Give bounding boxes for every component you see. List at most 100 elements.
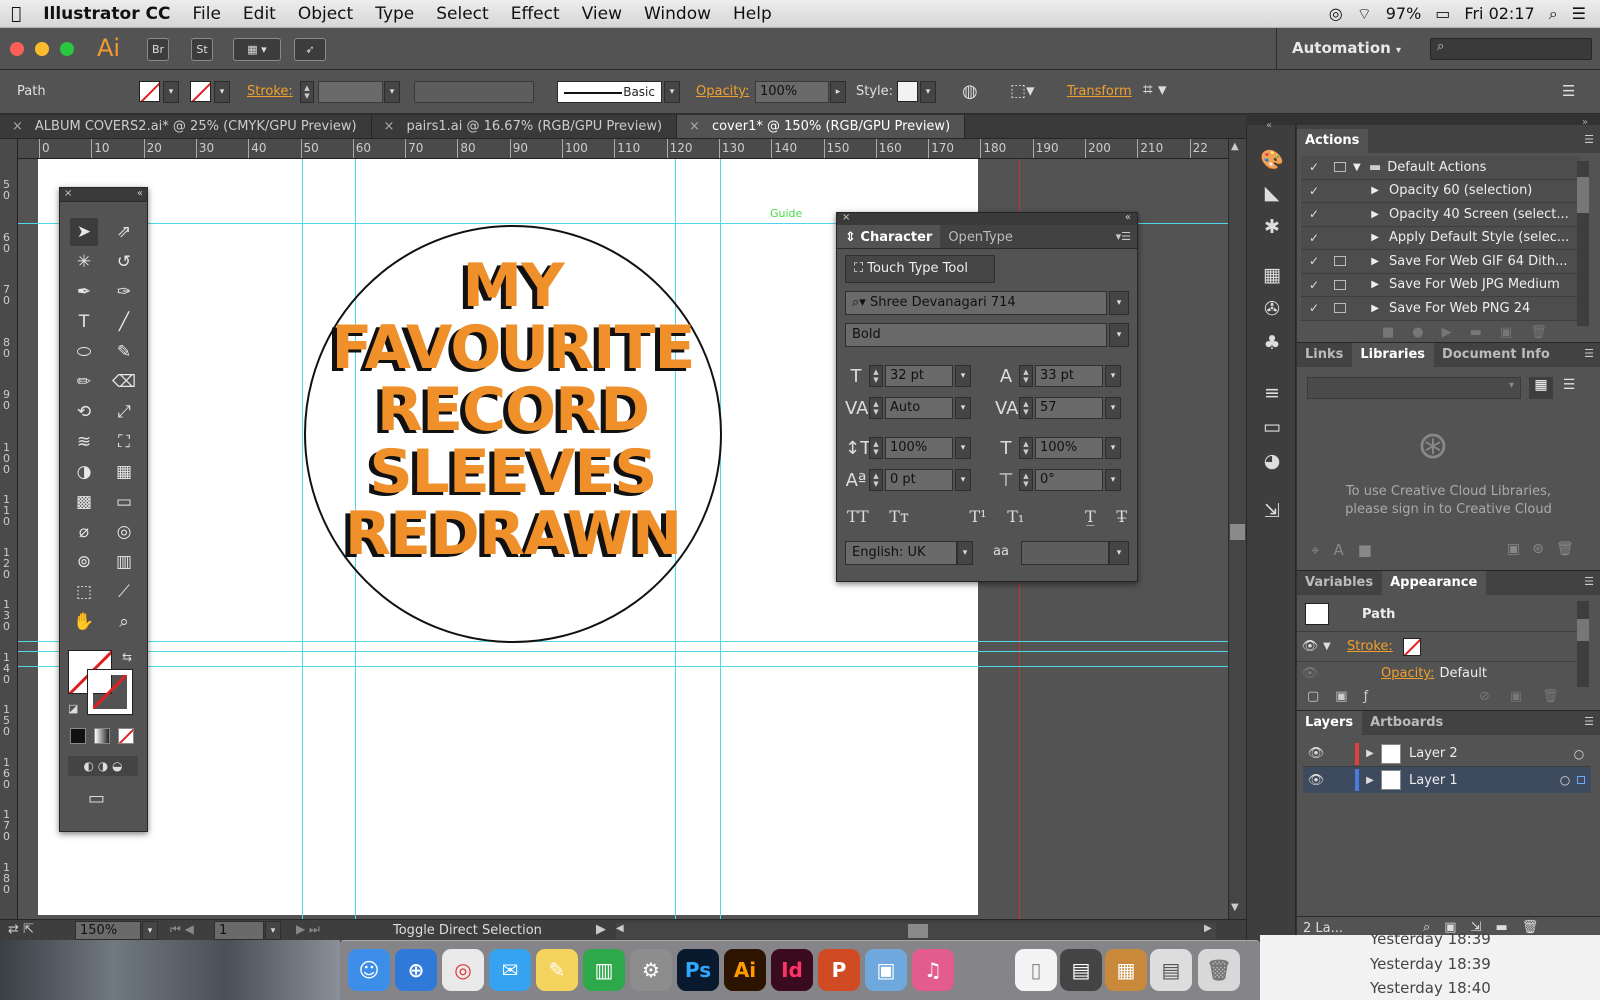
blend-tool-icon[interactable]: ◎ [110, 518, 138, 546]
screen-mode-icon[interactable]: ▭ [88, 788, 105, 809]
perspective-grid-tool-icon[interactable]: ▦ [110, 458, 138, 486]
tab-variables[interactable]: Variables [1297, 571, 1382, 595]
status-icons[interactable]: ⇄ ⇱ [8, 922, 34, 937]
color-mode-button[interactable] [70, 728, 86, 744]
guide-horizontal[interactable] [18, 666, 1228, 667]
dock-finder-icon[interactable]: ☺ [348, 949, 390, 991]
guide-horizontal[interactable] [18, 651, 1228, 652]
guide-vertical[interactable] [302, 159, 303, 919]
scale-tool-icon[interactable]: ⤢ [110, 398, 138, 426]
library-footer-icons[interactable]: ▣⊛🗑 [1507, 541, 1586, 557]
horizontal-scale-stepper[interactable]: ▲ ▼ [1019, 437, 1033, 459]
brush-dropdown[interactable]: ▾ [664, 81, 680, 103]
dock-illustrator-icon[interactable]: Ai [724, 949, 766, 991]
horizontal-scrollbar[interactable]: ◀ ▶ [616, 923, 1216, 939]
type-tool-icon[interactable]: T [70, 308, 98, 336]
dock-itunes-icon[interactable]: ♫ [912, 949, 954, 991]
export-panel-icon[interactable]: ⇲ [1258, 497, 1286, 525]
gradient-mode-button[interactable] [94, 728, 110, 744]
tools-panel-header[interactable]: × « [60, 188, 147, 202]
action-row[interactable]: ✓ ▶ Save For Web GIF 64 Dith... [1301, 250, 1580, 274]
isolate-icon[interactable]: ⌗ ▾ [1143, 80, 1167, 100]
bridge-button[interactable]: Br [147, 38, 169, 61]
vertical-ruler[interactable]: 50 60 70 80 90 100 110 120 130 140 150 160 170 180 [0, 139, 18, 919]
character-rotation-field[interactable]: 0° [1035, 469, 1103, 491]
tab-libraries[interactable]: Libraries [1352, 343, 1435, 367]
anti-aliasing-dropdown[interactable]: ▾ [1109, 541, 1129, 565]
leading-field[interactable]: 33 pt [1035, 365, 1103, 387]
control-panel-menu-icon[interactable]: ☰ [1562, 82, 1575, 100]
tracking-field[interactable]: 57 [1035, 397, 1103, 419]
h-scroll-thumb[interactable] [908, 924, 928, 938]
selection-tool-icon[interactable]: ➤ [70, 218, 98, 246]
color-panel-icon[interactable]: 🎨 [1258, 145, 1286, 173]
check-icon[interactable]: ✓ [1301, 254, 1327, 268]
panel-menu-icon[interactable]: ☰ [1584, 343, 1600, 367]
width-tool-icon[interactable]: ≋ [70, 428, 98, 456]
dock-numbers-icon[interactable]: ▥ [583, 949, 625, 991]
dock-safari-icon[interactable]: ⊕ [395, 949, 437, 991]
scroll-up-icon[interactable]: ▲ [1231, 141, 1239, 152]
check-icon[interactable]: ✓ [1301, 231, 1327, 245]
subscript-icon[interactable]: T₁ [1007, 507, 1024, 526]
zoom-dropdown[interactable]: ▾ [142, 921, 158, 940]
language-dropdown[interactable]: ▾ [957, 541, 973, 565]
scroll-right-icon[interactable]: ▶ [1204, 923, 1212, 934]
symbol-sprayer-tool-icon[interactable]: ⊚ [70, 548, 98, 576]
search-stock-input[interactable]: ⌕ [1430, 38, 1592, 60]
stroke-weight-dropdown[interactable]: ▾ [384, 81, 400, 103]
tab-opentype[interactable]: OpenType [940, 225, 1021, 248]
close-icon[interactable]: × [64, 188, 72, 199]
font-family-field[interactable]: ⌕▾ Shree Devanagari 714 [845, 291, 1107, 315]
recolor-artwork-icon[interactable]: ◍ [962, 81, 978, 102]
action-row[interactable]: ✓ ▶ Opacity 60 (selection) [1301, 180, 1580, 203]
menu-view[interactable]: View [571, 4, 633, 24]
expand-right-icon[interactable]: ▶ [1353, 209, 1389, 220]
check-icon[interactable]: ✓ [1301, 207, 1327, 221]
horizontal-ruler[interactable]: 0 10 20 30 40 50 60 70 80 90 100 110 120 130 140 150 160… [18, 139, 1228, 159]
scroll-left-icon[interactable]: ◀ [616, 923, 624, 934]
swatches-icon[interactable]: ▦ [1258, 261, 1286, 289]
stack-icon[interactable]: ▤ [1150, 949, 1192, 991]
panel-menu-icon[interactable]: ☰ [1584, 129, 1600, 153]
style-dropdown[interactable]: ▾ [920, 81, 936, 103]
document-icon[interactable]: ▯ [1015, 949, 1057, 991]
appearance-scrollbar[interactable] [1577, 601, 1589, 687]
font-size-dropdown[interactable]: ▾ [955, 365, 971, 387]
fill-swatch[interactable] [139, 81, 160, 102]
font-style-field[interactable]: Bold [845, 323, 1107, 347]
stroke-color-box[interactable] [87, 669, 133, 715]
arrange-documents-button[interactable]: ▦ ▾ [233, 38, 281, 61]
appearance-stroke-swatch[interactable] [1402, 637, 1421, 656]
underline-icon[interactable]: T̲ [1085, 507, 1096, 526]
tab-cover1[interactable]: × cover1* @ 150% (RGB/GPU Preview) [677, 115, 966, 138]
menu-edit[interactable]: Edit [232, 4, 287, 24]
shape-builder-tool-icon[interactable]: ◑ [70, 458, 98, 486]
stroke-panel-icon[interactable]: ≡ [1258, 379, 1286, 407]
dialog-toggle[interactable] [1327, 256, 1353, 267]
font-size-stepper[interactable]: ▲ ▼ [869, 365, 883, 387]
panel-header[interactable]: × « [837, 212, 1137, 225]
dialog-toggle[interactable] [1327, 279, 1353, 290]
opacity-label[interactable]: Opacity: [696, 84, 749, 99]
library-select[interactable]: ▾ [1307, 377, 1521, 399]
tracking-dropdown[interactable]: ▾ [1105, 397, 1121, 419]
horizontal-scale-field[interactable]: 100% [1035, 437, 1103, 459]
artboard-tool-icon[interactable]: ⬚ [70, 578, 98, 606]
artboard-prev-icon[interactable]: ⏮ ◀ [170, 922, 194, 937]
stroke-swatch[interactable] [190, 81, 211, 102]
collapse-dock-icon[interactable]: » [1582, 117, 1588, 128]
transform-link[interactable]: Transform [1067, 84, 1132, 99]
slice-tool-icon[interactable]: ⟋ [110, 578, 138, 606]
pencil-tool-icon[interactable]: ✏ [70, 368, 98, 396]
artboard-number-field[interactable]: 1 [214, 921, 264, 940]
battery-percent[interactable]: 97% [1386, 4, 1422, 23]
library-add-buttons[interactable]: ⌖A■ [1311, 541, 1386, 559]
dock-messages-icon[interactable]: ✉ [489, 949, 531, 991]
direct-selection-tool-icon[interactable]: ⇗ [110, 218, 138, 246]
layer-name[interactable]: Layer 1 [1409, 773, 1553, 788]
creative-cloud-icon[interactable]: ◎ [1329, 4, 1343, 23]
drawing-modes[interactable]: ◐ ◑ ◒ [68, 756, 138, 776]
close-icon[interactable]: × [689, 119, 700, 134]
actions-footer-buttons[interactable]: ■●▶▬▣🗑 [1382, 325, 1565, 340]
